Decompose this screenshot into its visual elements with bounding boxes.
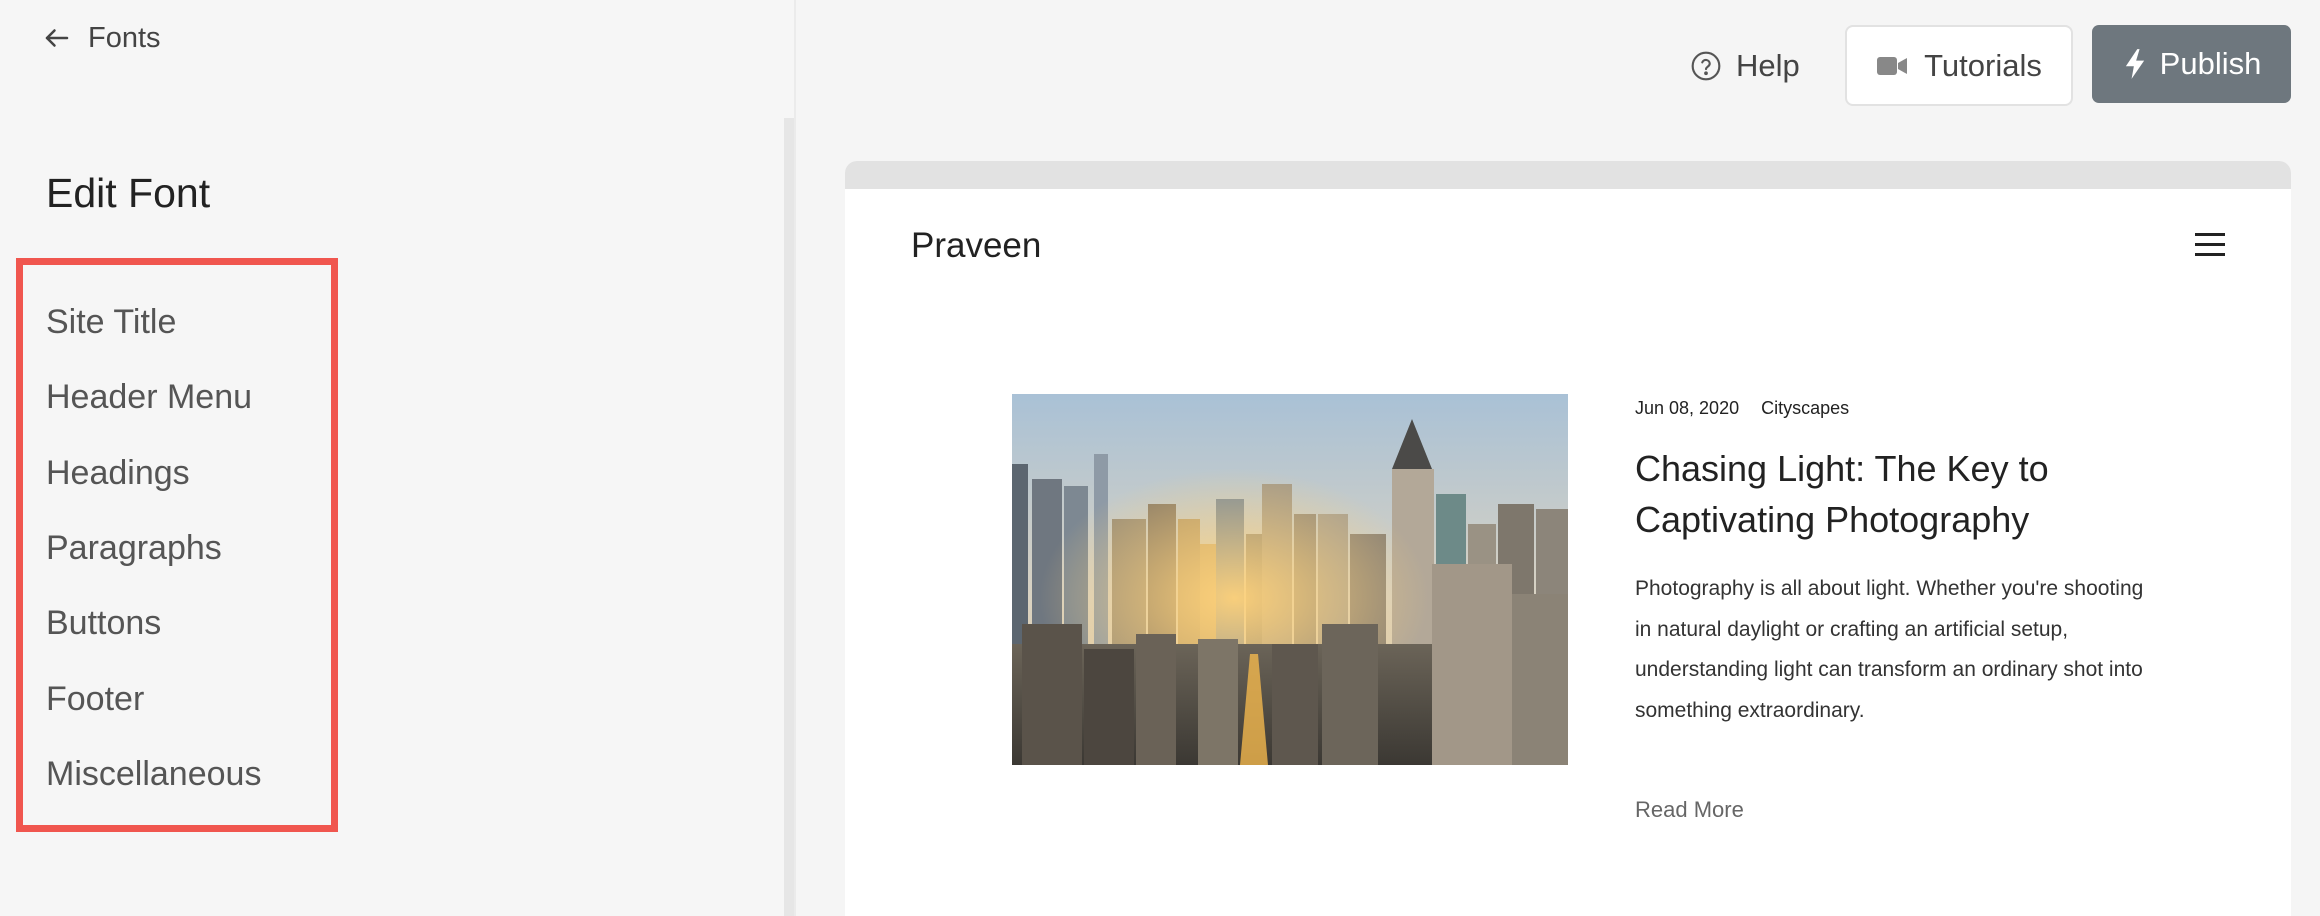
video-camera-icon — [1877, 56, 1908, 75]
panel-divider — [794, 0, 796, 916]
publish-button-label: Publish — [2159, 46, 2262, 81]
question-circle-icon — [1691, 51, 1721, 81]
post-date: Jun 08, 2020 — [1635, 398, 1740, 418]
post-title[interactable]: Chasing Light: The Key to Captivating Ph… — [1635, 443, 2155, 545]
post-category[interactable]: Cityscapes — [1761, 398, 1849, 419]
post-excerpt: Photography is all about light. Whether … — [1635, 577, 2144, 722]
read-more-link[interactable]: Read More — [1635, 797, 1744, 823]
font-item-site-title[interactable]: Site Title — [23, 285, 331, 360]
left-panel: Fonts Edit Font Site Title Header Menu H… — [0, 0, 794, 916]
font-item-footer[interactable]: Footer — [23, 661, 331, 736]
font-item-miscellaneous[interactable]: Miscellaneous — [23, 737, 331, 812]
tutorials-button[interactable]: Tutorials — [1845, 25, 2073, 106]
back-to-fonts-link[interactable]: Fonts — [42, 18, 161, 58]
panel-title: Edit Font — [46, 170, 211, 216]
site-title[interactable]: Praveen — [911, 226, 1041, 266]
lightning-bolt-icon — [2125, 49, 2144, 79]
font-item-headings[interactable]: Headings — [23, 436, 331, 511]
font-item-header-menu[interactable]: Header Menu — [23, 360, 331, 435]
post-featured-image[interactable] — [1012, 394, 1568, 765]
panel-scrollbar[interactable] — [784, 118, 794, 916]
publish-button[interactable]: Publish — [2092, 25, 2291, 103]
help-button[interactable]: Help — [1690, 42, 1800, 90]
back-link-label: Fonts — [88, 21, 161, 54]
font-category-list: Site Title Header Menu Headings Paragrap… — [16, 258, 338, 832]
arrow-left-icon — [45, 29, 69, 47]
tutorials-button-label: Tutorials — [1924, 47, 2042, 83]
post-meta: Jun 08, 2020 Cityscapes — [1635, 398, 1849, 419]
site-preview: Praveen Jun 08, 2020 Cityscapes Chasing … — [845, 161, 2291, 916]
font-item-paragraphs[interactable]: Paragraphs — [23, 511, 331, 586]
preview-frame-bar — [845, 161, 2291, 189]
help-button-label: Help — [1736, 48, 1800, 83]
hamburger-menu-icon[interactable] — [2195, 233, 2225, 257]
font-item-buttons[interactable]: Buttons — [23, 586, 331, 661]
